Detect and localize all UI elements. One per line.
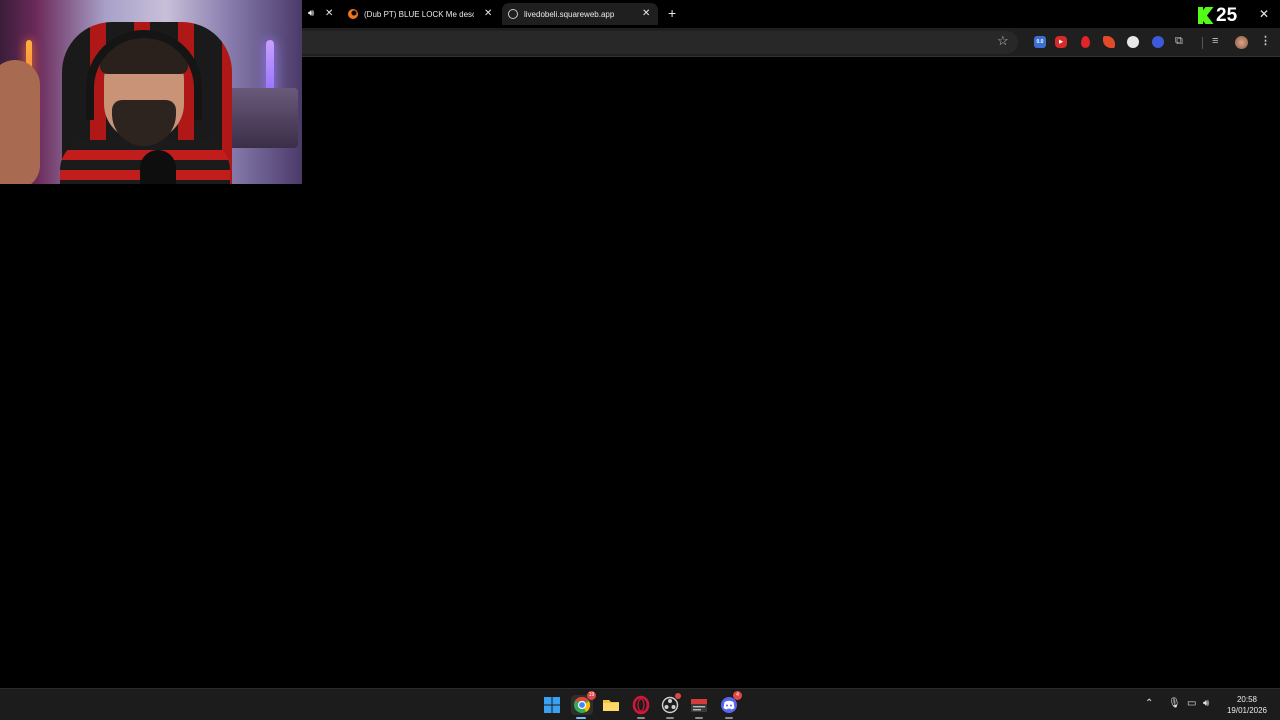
close-tab-icon[interactable]: ✕ (642, 9, 650, 19)
ext-blue-circle-icon[interactable] (1152, 36, 1164, 48)
bookmark-star-icon[interactable]: ☆ (997, 33, 1009, 49)
menu-kebab-icon[interactable]: ⋮ (1260, 35, 1271, 47)
chrome-icon[interactable]: 19 (571, 691, 596, 719)
tab-blue-lock[interactable]: (Dub PT) BLUE LOCK Me descu (348, 3, 498, 25)
ext-youtube-icon[interactable]: ▶ (1055, 36, 1067, 48)
webcam-overlay (0, 0, 302, 184)
kick-logo-icon (1198, 7, 1214, 24)
browser-tab-strip: 🔊︎ ✕ (Dub PT) BLUE LOCK Me descu ✕ lived… (302, 0, 1280, 28)
ext-counter-icon[interactable]: 0.0 (1034, 36, 1046, 48)
clock-date: 19/01/2026 (1226, 706, 1268, 715)
extensions-puzzle-icon[interactable]: ⧉ (1175, 35, 1183, 47)
discord-badge: 4 (733, 691, 742, 700)
opera-icon[interactable] (631, 695, 651, 719)
ext-red-leaf-icon[interactable] (1103, 36, 1115, 48)
discord-icon[interactable]: 4 (719, 691, 742, 719)
microphone (140, 150, 176, 184)
chrome-badge: 19 (587, 691, 596, 700)
windows-taskbar: 19 4 ⌃ 🎙︎ ▭ 🔊︎ 20:58 19/01/2026 (0, 688, 1280, 720)
tab-title: livedobeli.squareweb.app (524, 9, 615, 19)
toolbar-divider (1202, 37, 1203, 49)
running-indicator (637, 717, 645, 719)
system-clock[interactable]: 20:58 19/01/2026 (1218, 694, 1276, 716)
obs-status-dot (675, 693, 681, 699)
crunchyroll-icon (348, 9, 358, 19)
window-close-button[interactable]: ✕ (1259, 7, 1269, 21)
running-indicator (695, 717, 703, 719)
close-tab-icon[interactable]: ✕ (325, 9, 333, 19)
network-icon[interactable]: ▭ (1187, 699, 1196, 709)
close-tab-icon[interactable]: ✕ (484, 9, 492, 19)
file-explorer-icon[interactable] (601, 695, 621, 715)
streaming-app-icon[interactable] (689, 695, 709, 719)
side-person (0, 60, 40, 184)
page-content (302, 58, 1280, 688)
browser-toolbar: ☆ 0.0 ▶ ⧉ ≡ ⋮ (302, 28, 1280, 57)
new-tab-button[interactable]: + (668, 6, 676, 20)
media-control-icon[interactable]: ≡ (1212, 35, 1218, 47)
clock-time: 20:58 (1236, 695, 1258, 704)
chevron-up-icon[interactable]: ⌃ (1145, 699, 1153, 709)
microphone-icon[interactable]: 🎙︎ (1168, 699, 1181, 709)
viewer-count: 25 (1216, 5, 1238, 26)
speaker-icon[interactable]: 🔊︎ (308, 9, 314, 19)
running-indicator (666, 717, 674, 719)
profile-avatar[interactable] (1235, 36, 1248, 49)
running-indicator (725, 717, 733, 719)
ext-red-drop-icon[interactable] (1081, 36, 1090, 48)
address-bar[interactable] (302, 31, 1018, 54)
tab-title: (Dub PT) BLUE LOCK Me descu (364, 9, 474, 19)
tab-livedobeli[interactable]: livedobeli.squareweb.app (502, 3, 658, 25)
globe-icon (508, 9, 518, 19)
volume-icon[interactable]: 🔊︎ (1203, 699, 1209, 709)
windows-start-icon[interactable] (542, 695, 562, 715)
obs-icon[interactable] (660, 693, 681, 719)
ext-white-cloud-icon[interactable] (1127, 36, 1139, 48)
active-indicator (576, 717, 586, 719)
